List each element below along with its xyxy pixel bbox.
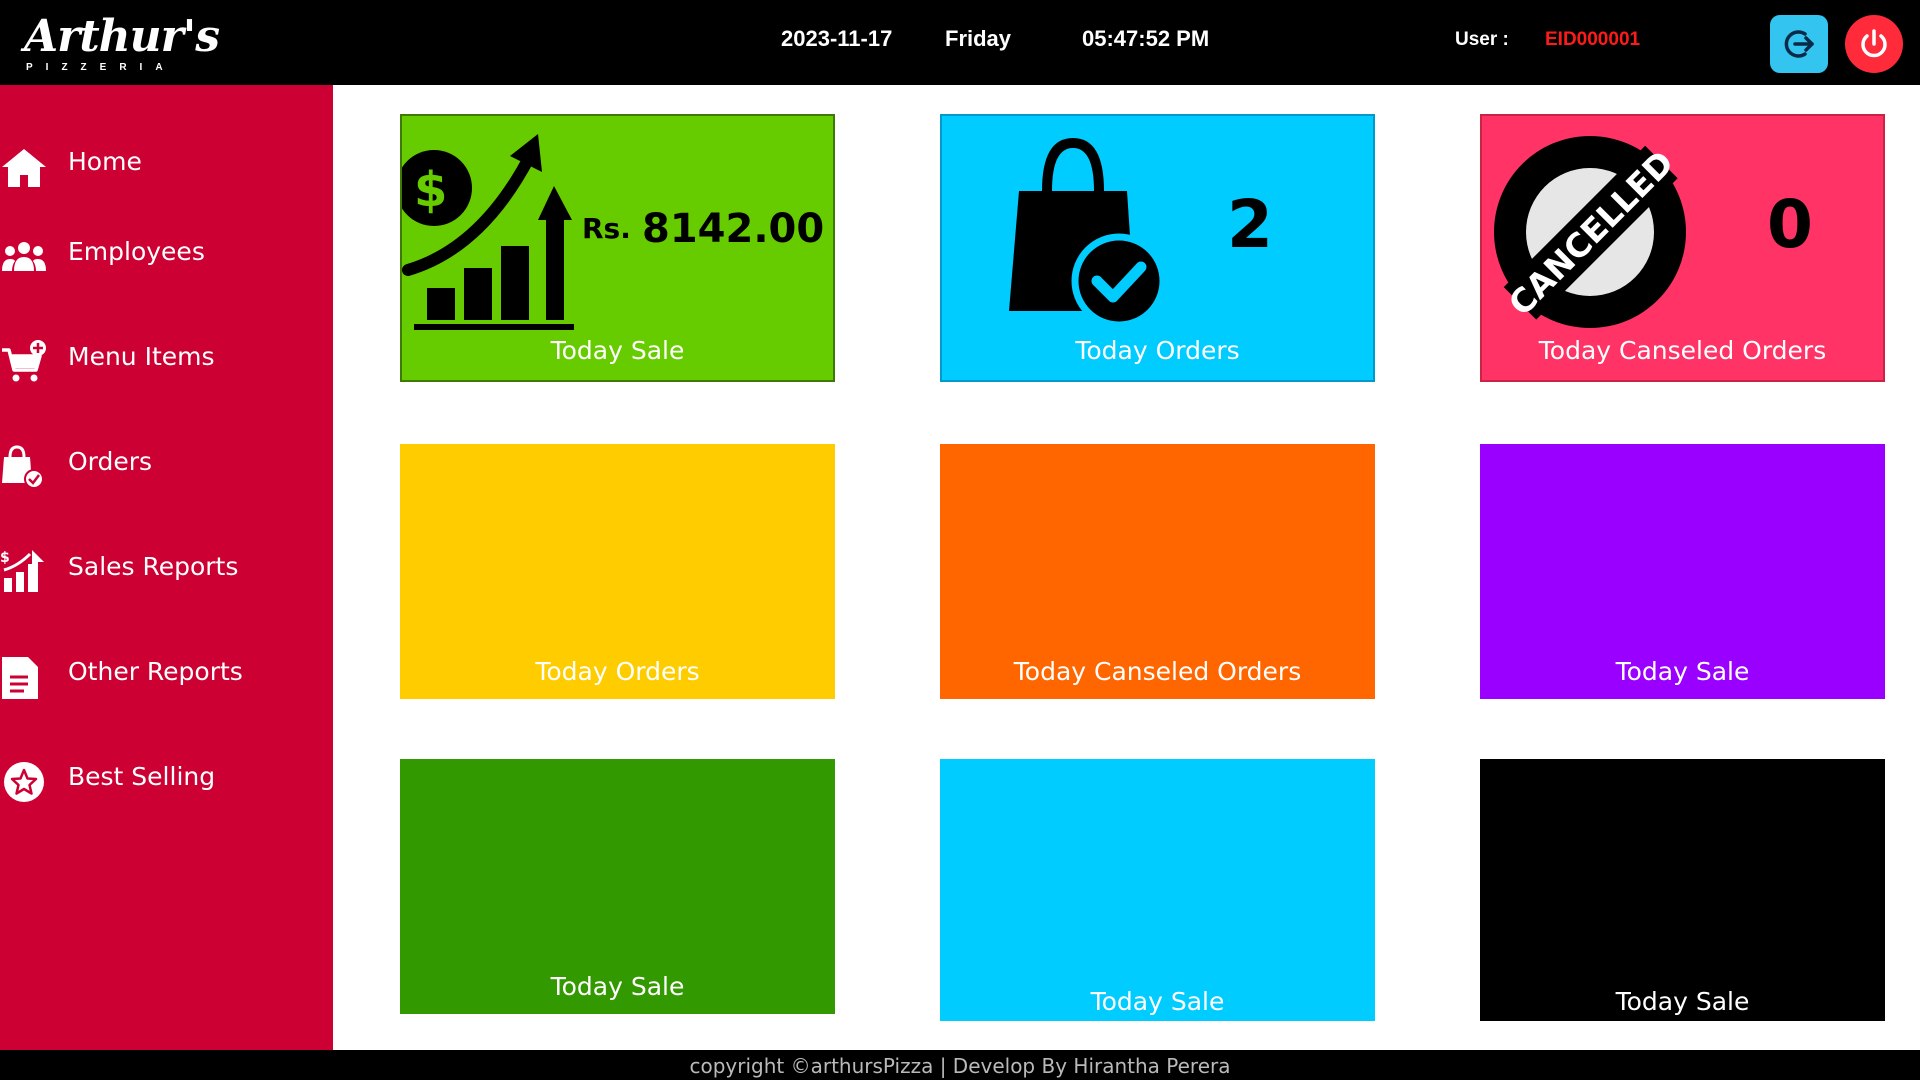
cancelled-stamp-icon: CANCELLED bbox=[1494, 136, 1686, 328]
shopping-bag-check-icon bbox=[1009, 137, 1167, 326]
tile-caption: Today Sale bbox=[1615, 657, 1750, 686]
tile-caption: Today Sale bbox=[550, 336, 685, 365]
canceled-count: 0 bbox=[1767, 186, 1813, 263]
sidebar-item-label: Home bbox=[68, 147, 142, 176]
sidebar-item-sales-reports[interactable]: $ Sales Reports bbox=[0, 540, 333, 596]
tile-caption: Today Sale bbox=[550, 972, 685, 1001]
sidebar-item-label: Best Selling bbox=[68, 762, 216, 791]
header-day: Friday bbox=[945, 26, 1012, 51]
tile-today-canceled-orders[interactable]: CANCELLED 0 Today Canseled Orders bbox=[1480, 114, 1885, 382]
sidebar: Home Employees Menu Items Orders $ Sales… bbox=[0, 85, 333, 1050]
sidebar-item-label: Sales Reports bbox=[68, 552, 239, 581]
sidebar-item-employees[interactable]: Employees bbox=[0, 225, 333, 281]
home-icon bbox=[2, 149, 46, 187]
tile-caption: Today Canseled Orders bbox=[1013, 657, 1302, 686]
power-button[interactable] bbox=[1845, 15, 1903, 73]
employees-icon bbox=[2, 242, 46, 271]
logout-button[interactable] bbox=[1770, 15, 1828, 73]
tile-today-sale-4[interactable]: Today Sale bbox=[940, 759, 1375, 1021]
power-icon bbox=[1861, 29, 1887, 58]
tile-caption: Today Orders bbox=[535, 657, 700, 686]
logo-title: Arthur's bbox=[24, 11, 220, 62]
sidebar-item-orders[interactable]: Orders bbox=[0, 435, 333, 491]
tile-today-orders-2[interactable]: Today Orders bbox=[400, 444, 835, 699]
tile-today-canceled-orders-2[interactable]: Today Canseled Orders bbox=[940, 444, 1375, 699]
brand-logo: Arthur's PIZZERIA bbox=[24, 14, 220, 74]
footer-copyright: copyright ©arthursPizza | Develop By Hir… bbox=[689, 1054, 1231, 1078]
star-badge-icon bbox=[4, 762, 44, 802]
user-id: EID000001 bbox=[1545, 29, 1641, 50]
header-date: 2023-11-17 bbox=[781, 26, 893, 51]
orders-count: 2 bbox=[1227, 186, 1273, 263]
svg-text:$: $ bbox=[414, 162, 447, 218]
sales-growth-icon: $ bbox=[402, 134, 574, 330]
tile-today-sale-2[interactable]: Today Sale bbox=[1480, 444, 1885, 699]
logo-subtitle: PIZZERIA bbox=[26, 62, 176, 73]
tile-caption: Today Sale bbox=[1090, 987, 1225, 1016]
sidebar-item-best-selling[interactable]: Best Selling bbox=[0, 750, 333, 806]
sidebar-item-label: Employees bbox=[68, 237, 205, 266]
top-bar: Arthur's PIZZERIA 2023-11-17 Friday 05:4… bbox=[0, 0, 1920, 85]
tile-today-sale[interactable]: $ Rs. 8142.00 Today Sale bbox=[400, 114, 835, 382]
document-icon bbox=[2, 657, 38, 699]
shopping-bag-check-icon bbox=[2, 445, 44, 489]
sidebar-item-menu-items[interactable]: Menu Items bbox=[0, 330, 333, 386]
tile-today-orders[interactable]: 2 Today Orders bbox=[940, 114, 1375, 382]
user-label: User : bbox=[1455, 29, 1509, 50]
header-time: 05:47:52 PM bbox=[1082, 26, 1210, 51]
sidebar-item-home[interactable]: Home bbox=[0, 135, 333, 191]
sidebar-item-label: Orders bbox=[68, 447, 153, 476]
tile-caption: Today Canseled Orders bbox=[1538, 336, 1827, 365]
tile-today-sale-3[interactable]: Today Sale bbox=[400, 759, 835, 1014]
sale-currency: Rs. bbox=[582, 212, 631, 245]
sidebar-item-label: Other Reports bbox=[68, 657, 243, 686]
tile-today-sale-5[interactable]: Today Sale bbox=[1480, 759, 1885, 1021]
sidebar-item-other-reports[interactable]: Other Reports bbox=[0, 645, 333, 701]
svg-text:$: $ bbox=[0, 550, 10, 566]
tile-caption: Today Orders bbox=[1075, 336, 1240, 365]
tile-caption: Today Sale bbox=[1615, 987, 1750, 1016]
sale-amount: 8142.00 bbox=[642, 206, 825, 252]
cart-add-icon bbox=[2, 340, 46, 382]
sidebar-item-label: Menu Items bbox=[68, 342, 215, 371]
logout-icon bbox=[1784, 30, 1814, 58]
bar-chart-dollar-icon: $ bbox=[0, 550, 44, 592]
footer: copyright ©arthursPizza | Develop By Hir… bbox=[0, 1050, 1920, 1080]
